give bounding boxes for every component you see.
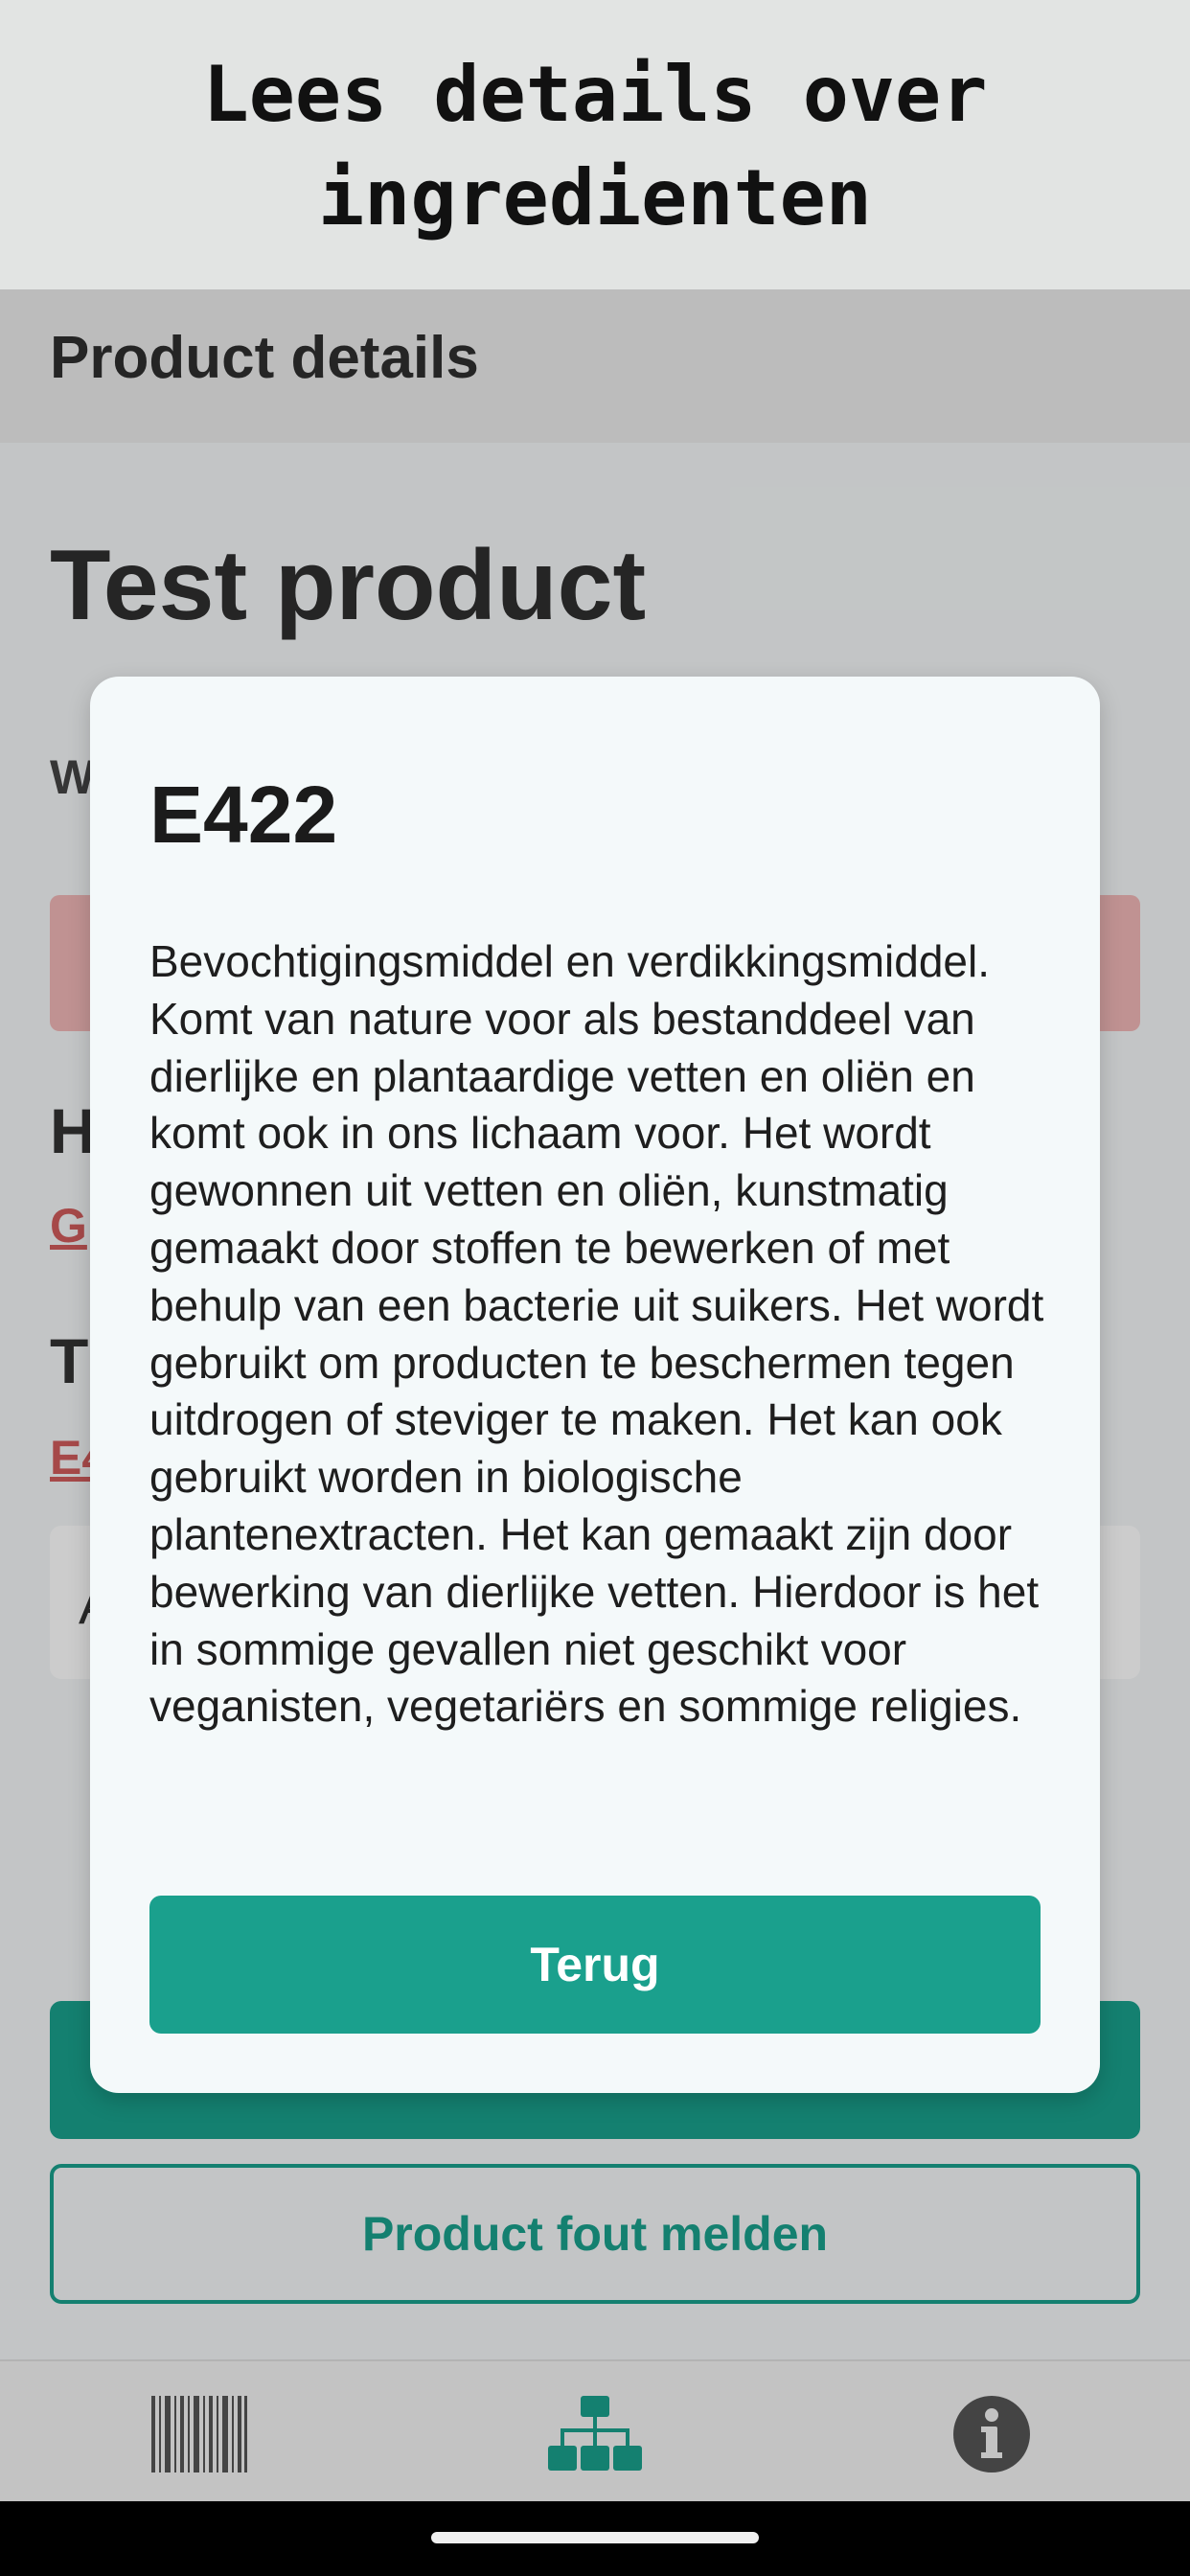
caption-line-2: ingredienten (318, 153, 872, 242)
dialog-title: E422 (149, 770, 338, 860)
back-button[interactable]: Terug (149, 1896, 1041, 2034)
home-indicator[interactable] (431, 2532, 759, 2543)
dialog-description: Bevochtigingsmiddel en verdikkingsmiddel… (149, 936, 1044, 1732)
system-navigation-bar (0, 2501, 1190, 2576)
ingredient-dialog: E422 Bevochtigingsmiddel en verdikkingsm… (90, 677, 1100, 2093)
caption-line-1: Lees details over (202, 50, 988, 139)
caption-banner: Lees details over ingredienten (0, 0, 1190, 289)
